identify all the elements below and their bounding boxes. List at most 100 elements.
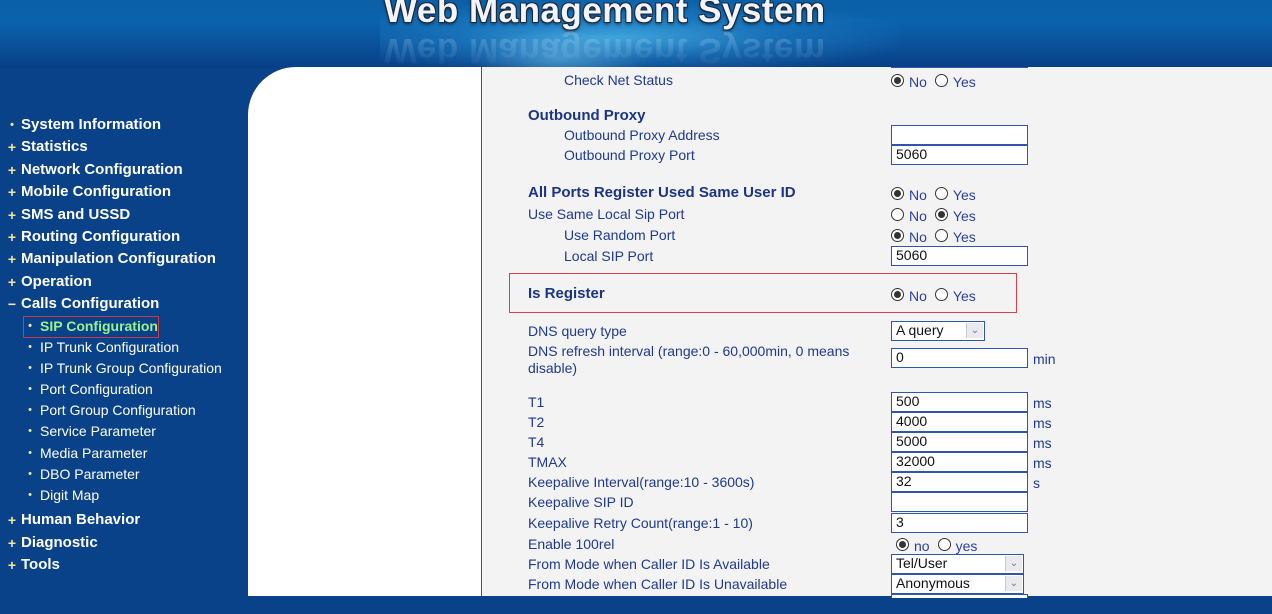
bullet-icon: • (28, 467, 32, 480)
sidebar-item-sms-and-ussd[interactable]: + SMS and USSD (0, 204, 248, 226)
row-t2: T2 4000 ms (482, 412, 1272, 432)
row-is-register: Is Register No Yes (482, 284, 1272, 304)
check-net-status-no-radio[interactable] (891, 73, 904, 87)
sidebar-subitem-port-group-configuration[interactable]: • Port Group Configuration (0, 400, 248, 421)
keepalive-sip-id-label: Keepalive SIP ID (528, 494, 634, 510)
tmax-unit: ms (1033, 455, 1052, 471)
bullet-icon: • (28, 361, 32, 374)
sidebar-item-operation[interactable]: + Operation (0, 271, 248, 293)
check-net-status-label: Check Net Status (564, 72, 673, 88)
bullet-icon: • (28, 340, 32, 353)
t1-label: T1 (528, 394, 545, 410)
keepalive-interval-input[interactable]: 32 (891, 472, 1028, 492)
sidebar-item-routing-configuration[interactable]: + Routing Configuration (0, 226, 248, 248)
from-mode-available-label: From Mode when Caller ID Is Available (528, 556, 770, 572)
sidebar-subitem-dbo-parameter[interactable]: • DBO Parameter (0, 464, 248, 485)
outbound-proxy-address-input[interactable] (891, 125, 1028, 145)
t4-unit: ms (1033, 435, 1052, 451)
check-net-status-yes-radio[interactable] (934, 73, 948, 87)
t1-input[interactable]: 500 (891, 392, 1028, 412)
row-outbound-proxy-heading: Outbound Proxy (482, 106, 1272, 126)
selection-highlight-box (23, 315, 159, 338)
expand-plus-icon: + (7, 273, 17, 290)
tmax-input[interactable]: 32000 (891, 452, 1028, 472)
expand-plus-icon: + (7, 251, 17, 268)
dns-query-type-select[interactable]: A query ⌄ (891, 321, 985, 341)
outbound-proxy-port-label: Outbound Proxy Port (564, 147, 695, 163)
from-mode-available-select[interactable]: Tel/User ⌄ (891, 554, 1024, 574)
t4-label: T4 (528, 434, 545, 450)
keepalive-retry-count-label: Keepalive Retry Count(range:1 - 10) (528, 515, 753, 531)
row-dns-query-type: DNS query type A query ⌄ (482, 321, 1272, 341)
sidebar-item-mobile-configuration[interactable]: + Mobile Configuration (0, 181, 248, 203)
keepalive-interval-unit: s (1033, 475, 1040, 491)
expand-plus-icon: + (7, 206, 17, 223)
expand-plus-icon: + (7, 184, 17, 201)
row-use-random-port: Use Random Port No Yes (482, 225, 1272, 245)
row-partial-next (482, 594, 1272, 614)
t2-label: T2 (528, 414, 545, 430)
expand-plus-icon: + (7, 534, 17, 551)
dns-query-type-label: DNS query type (528, 323, 627, 339)
chevron-down-icon: ⌄ (1005, 556, 1022, 571)
row-from-mode-unavailable: From Mode when Caller ID Is Unavailable … (482, 574, 1272, 594)
sidebar-item-statistics[interactable]: + Statistics (0, 136, 248, 158)
use-random-port-yes-radio[interactable] (934, 228, 948, 242)
sidebar-item-system-information[interactable]: • System Information (0, 114, 248, 136)
sidebar-item-network-configuration[interactable]: + Network Configuration (0, 159, 248, 181)
keepalive-sip-id-input[interactable] (891, 492, 1028, 512)
row-outbound-proxy-port: Outbound Proxy Port 5060 (482, 145, 1272, 165)
sidebar-item-calls-configuration[interactable]: − Calls Configuration (0, 293, 248, 315)
sidebar-item-manipulation-configuration[interactable]: + Manipulation Configuration (0, 248, 248, 270)
sidebar-subitem-media-parameter[interactable]: • Media Parameter (0, 443, 248, 464)
local-sip-port-input[interactable]: 5060 (891, 246, 1028, 266)
enable-100rel-no-radio[interactable] (896, 537, 909, 551)
is-register-no-radio[interactable] (891, 287, 904, 301)
sidebar-subitem-sip-configuration[interactable]: • SIP Configuration (0, 315, 248, 338)
keepalive-retry-count-input[interactable]: 3 (891, 513, 1028, 533)
sidebar-subitem-ip-trunk-group-configuration[interactable]: • IP Trunk Group Configuration (0, 358, 248, 379)
row-t4: T4 5000 ms (482, 432, 1272, 452)
t2-input[interactable]: 4000 (891, 412, 1028, 432)
enable-100rel-radio-group: no yes (896, 534, 985, 554)
tmax-label: TMAX (528, 454, 567, 470)
dns-refresh-interval-input[interactable]: 0 (891, 348, 1028, 368)
check-net-status-radio-group: No Yes (891, 70, 984, 90)
all-ports-same-user-id-yes-radio[interactable] (934, 186, 948, 200)
sidebar-subitem-ip-trunk-configuration[interactable]: • IP Trunk Configuration (0, 337, 248, 358)
row-tmax: TMAX 32000 ms (482, 452, 1272, 472)
expand-plus-icon: + (7, 161, 17, 178)
use-same-local-sip-port-no-radio[interactable] (891, 207, 904, 221)
use-random-port-no-radio[interactable] (891, 228, 904, 242)
from-mode-unavailable-select[interactable]: Anonymous ⌄ (891, 574, 1024, 594)
is-register-yes-radio[interactable] (934, 287, 948, 301)
row-keepalive-sip-id: Keepalive SIP ID (482, 492, 1272, 512)
chevron-down-icon: ⌄ (966, 323, 983, 338)
row-use-same-local-sip-port: Use Same Local Sip Port No Yes (482, 204, 1272, 224)
sidebar-item-tools[interactable]: + Tools (0, 554, 248, 576)
all-ports-same-user-id-no-radio[interactable] (891, 186, 904, 200)
enable-100rel-yes-radio[interactable] (937, 537, 951, 551)
sidebar-item-human-behavior[interactable]: + Human Behavior (0, 509, 248, 531)
bullet-icon: • (28, 404, 32, 417)
bullet-icon: • (28, 319, 32, 332)
from-mode-unavailable-label: From Mode when Caller ID Is Unavailable (528, 576, 788, 592)
sidebar-subitem-service-parameter[interactable]: • Service Parameter (0, 421, 248, 442)
outbound-proxy-port-input[interactable]: 5060 (891, 145, 1028, 165)
row-check-net-status: Check Net Status No Yes (482, 70, 1272, 90)
enable-100rel-label: Enable 100rel (528, 536, 615, 552)
outbound-proxy-heading: Outbound Proxy (528, 107, 646, 124)
t4-input[interactable]: 5000 (891, 432, 1028, 452)
sidebar-item-diagnostic[interactable]: + Diagnostic (0, 532, 248, 554)
use-same-local-sip-port-yes-radio[interactable] (934, 207, 948, 221)
use-random-port-radio-group: No Yes (891, 225, 984, 245)
use-same-local-sip-port-radio-group: No Yes (891, 204, 984, 224)
collapse-minus-icon: − (7, 296, 17, 313)
sidebar-subitem-port-configuration[interactable]: • Port Configuration (0, 379, 248, 400)
is-register-radio-group: No Yes (891, 284, 984, 304)
expand-plus-icon: + (7, 228, 17, 245)
header-banner: Web Management System Web Management Sys… (0, 0, 1272, 68)
sidebar-subitem-digit-map[interactable]: • Digit Map (0, 485, 248, 506)
partial-input-below (891, 594, 1028, 598)
sidebar-menu: • System Information + Statistics + Network… (0, 114, 248, 576)
